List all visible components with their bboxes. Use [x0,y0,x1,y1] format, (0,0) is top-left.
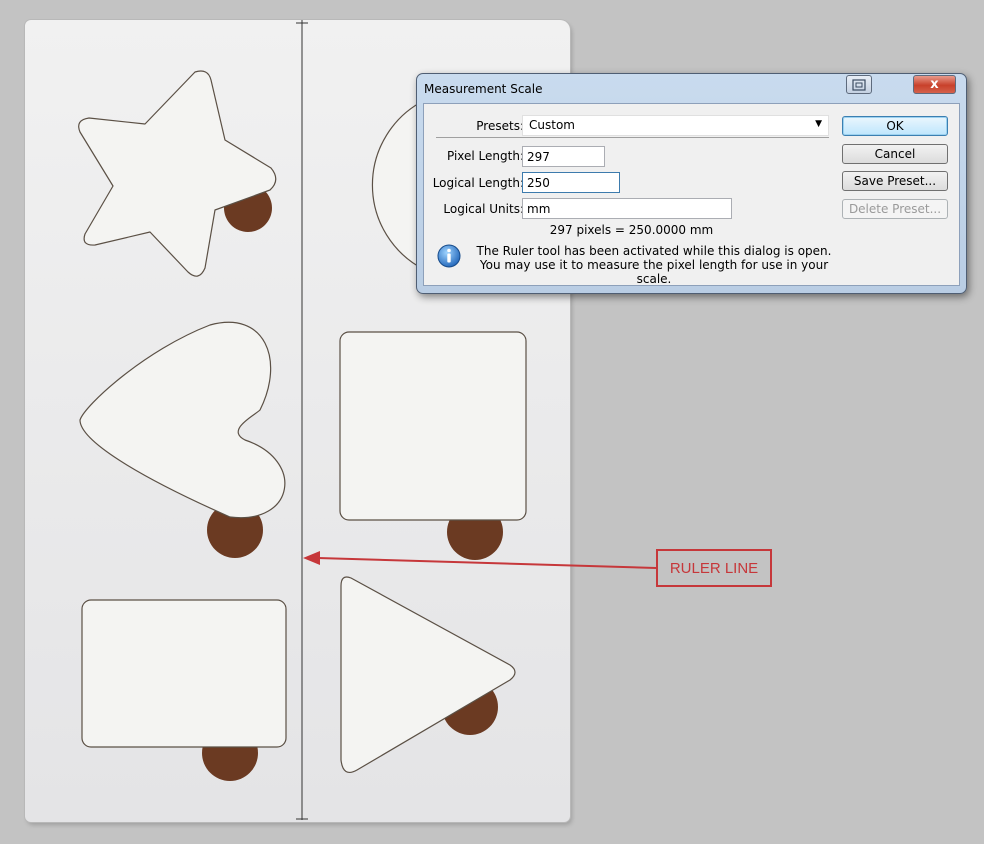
dialog-title: Measurement Scale [424,82,543,96]
ok-button[interactable]: OK [842,116,948,136]
square-shape [339,331,527,521]
dialog-content: Presets: Custom ▼ Pixel Length: Logical … [423,103,960,286]
cancel-button[interactable]: Cancel [842,144,948,164]
logical-length-input[interactable] [522,172,620,193]
rectangle-shape [81,599,287,748]
info-line-1: The Ruler tool has been activated while … [476,244,832,258]
heart-shape [79,321,286,519]
presets-label: Presets: [476,119,524,133]
help-button[interactable] [846,75,872,94]
logical-units-label: Logical Units: [443,202,524,216]
logical-length-label: Logical Length: [432,176,524,190]
measurement-scale-dialog: Measurement Scale x Presets: Custom ▼ Pi… [416,73,967,294]
save-preset-button[interactable]: Save Preset... [842,171,948,191]
close-button[interactable]: x [913,75,956,94]
pixel-length-label: Pixel Length: [446,149,524,163]
info-message: The Ruler tool has been activated while … [464,244,844,286]
info-line-2: You may use it to measure the pixel leng… [479,258,829,286]
help-icon [852,78,866,91]
close-icon: x [930,77,939,92]
info-icon [437,244,461,268]
pixel-length-input[interactable] [522,146,605,167]
ruler-line-label: RULER LINE [656,549,772,587]
star-shape [78,70,277,277]
delete-preset-button[interactable]: Delete Preset... [842,199,948,219]
presets-dropdown[interactable]: Custom ▼ [522,115,829,136]
scale-equation: 297 pixels = 250.0000 mm [549,223,714,237]
triangle-shape [340,576,516,773]
logical-units-input[interactable] [522,198,732,219]
presets-value: Custom [529,118,575,132]
presets-divider [436,137,829,138]
chevron-down-icon: ▼ [815,119,822,129]
